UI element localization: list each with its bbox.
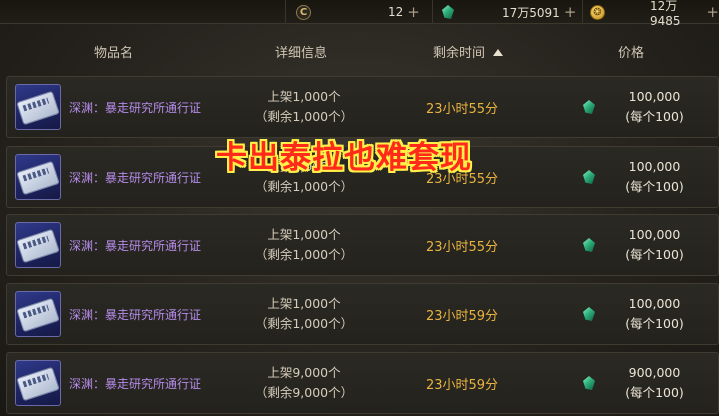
listing-price: 100,000 (每个100) [607, 294, 702, 334]
green-gem-icon [583, 238, 595, 252]
remaining-quantity: （剩余1,000个） [254, 179, 354, 194]
gold-coin-icon: ❂ [590, 4, 605, 20]
listing-price: 100,000 (每个100) [607, 87, 702, 127]
gold-amount-group: 12万9485 + [650, 0, 719, 28]
green-gem-icon [583, 307, 595, 321]
remaining-time: 23小时55分 [425, 240, 499, 255]
remaining-quantity: （剩余9,000个） [254, 385, 354, 400]
unit-price: (每个100) [625, 109, 684, 124]
total-price: 100,000 [628, 296, 681, 311]
listing-details: 上架9,000个 （剩余9,000个） [239, 363, 369, 403]
remaining-quantity: （剩余1,000个） [254, 247, 354, 262]
remaining-time: 23小时55分 [425, 102, 499, 117]
gem-add-button[interactable]: + [564, 3, 577, 21]
unit-price: (每个100) [625, 385, 684, 400]
column-item-name[interactable]: 物品名 [94, 42, 133, 61]
listed-quantity: 上架1,000个 [267, 227, 341, 242]
gem-amount: 17万5091 [502, 5, 560, 20]
listing-row[interactable]: 深渊：暴走研究所通行证 上架1,000个 （剩余1,000个） 23小时55分 … [6, 76, 719, 138]
listing-row[interactable]: 深渊：暴走研究所通行证 上架1,000个 （剩余1,000个） 23小时55分 … [6, 214, 719, 276]
item-name: 深渊：暴走研究所通行证 [69, 101, 202, 115]
gold-amount: 12万9485 [650, 0, 681, 28]
listing-details: 上架1,000个 （剩余1,000个） [239, 87, 369, 127]
green-gem-icon [583, 376, 595, 390]
unit-price: (每个100) [625, 179, 684, 194]
currency-bar: C 12 + 17万5091 + ❂ 12万9485 + [0, 0, 719, 28]
listing-price: 100,000 (每个100) [607, 225, 702, 265]
column-remaining-time-label: 剩余时间 [433, 46, 486, 61]
listing-details: 上架1,000个 （剩余1,000个） [239, 225, 369, 265]
unit-price: (每个100) [625, 316, 684, 331]
listing-details: 上架1,000个 （剩余1,000个） [239, 294, 369, 334]
pass-ticket-icon [15, 84, 61, 130]
column-details[interactable]: 详细信息 [275, 42, 327, 61]
item-name: 深渊：暴走研究所通行证 [69, 377, 202, 391]
gem-currency [442, 0, 454, 24]
coupon-amount-group: 12 + [388, 0, 420, 24]
column-remaining-time[interactable]: 剩余时间 [433, 42, 504, 61]
item-name: 深渊：暴走研究所通行证 [69, 308, 202, 322]
coupon-c-icon: C [296, 4, 311, 20]
listed-quantity: 上架1,000个 [267, 89, 341, 104]
remaining-time: 23小时59分 [425, 309, 499, 324]
listing-table-header: 物品名 详细信息 剩余时间 价格 [0, 30, 719, 68]
listed-quantity: 上架1,000个 [267, 296, 341, 311]
column-price[interactable]: 价格 [618, 42, 644, 61]
total-price: 100,000 [628, 89, 681, 104]
coupon-add-button[interactable]: + [407, 3, 420, 21]
pass-ticket-icon [15, 291, 61, 337]
gem-amount-group: 17万5091 + [502, 0, 576, 24]
overlay-caption: 卡出泰拉也难套现 [216, 140, 472, 176]
listed-quantity: 上架9,000个 [267, 365, 341, 380]
remaining-quantity: （剩余1,000个） [254, 316, 354, 331]
divider [285, 0, 286, 24]
pass-ticket-icon [15, 222, 61, 268]
pass-ticket-icon [15, 360, 61, 406]
remaining-quantity: （剩余1,000个） [254, 109, 354, 124]
item-name: 深渊：暴走研究所通行证 [69, 171, 202, 185]
remaining-time: 23小时59分 [425, 378, 499, 393]
listing-row[interactable]: 深渊：暴走研究所通行证 上架9,000个 （剩余9,000个） 23小时59分 … [6, 352, 719, 414]
total-price: 100,000 [628, 227, 681, 242]
item-name: 深渊：暴走研究所通行证 [69, 239, 202, 253]
green-gem-icon [583, 100, 595, 114]
divider [582, 0, 583, 24]
gold-add-button[interactable]: + [706, 3, 719, 21]
divider [432, 0, 433, 24]
coupon-currency: C [296, 0, 311, 24]
listing-price: 100,000 (每个100) [607, 157, 702, 197]
sort-ascending-icon [493, 49, 504, 56]
listing-price: 900,000 (每个100) [607, 363, 702, 403]
gold-currency: ❂ [590, 0, 605, 24]
coupon-amount: 12 [388, 5, 404, 19]
green-gem-icon [583, 170, 595, 184]
unit-price: (每个100) [625, 247, 684, 262]
listing-row[interactable]: 深渊：暴走研究所通行证 上架1,000个 （剩余1,000个） 23小时59分 … [6, 283, 719, 345]
pass-ticket-icon [15, 154, 61, 200]
green-gem-icon [442, 5, 454, 19]
total-price: 100,000 [628, 159, 681, 174]
total-price: 900,000 [628, 365, 681, 380]
